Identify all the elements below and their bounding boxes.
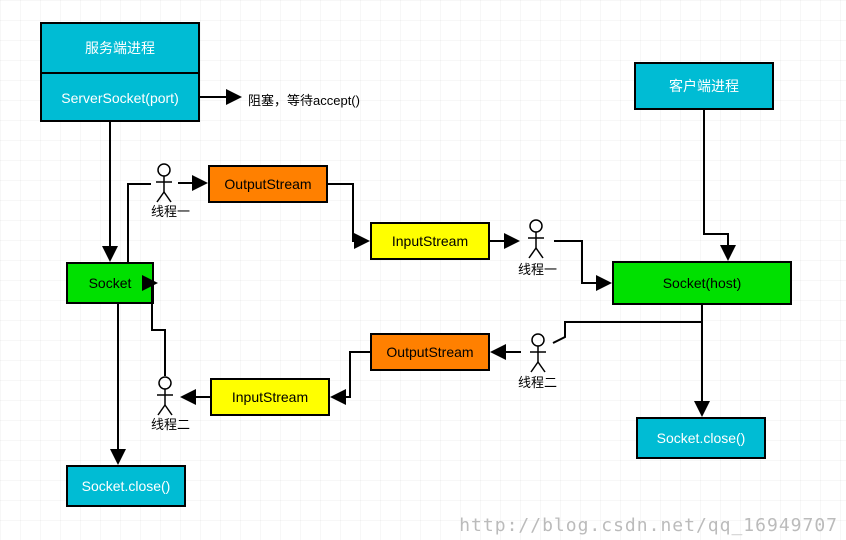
connectors — [0, 0, 846, 540]
watermark: http://blog.csdn.net/qq_16949707 — [459, 515, 838, 536]
